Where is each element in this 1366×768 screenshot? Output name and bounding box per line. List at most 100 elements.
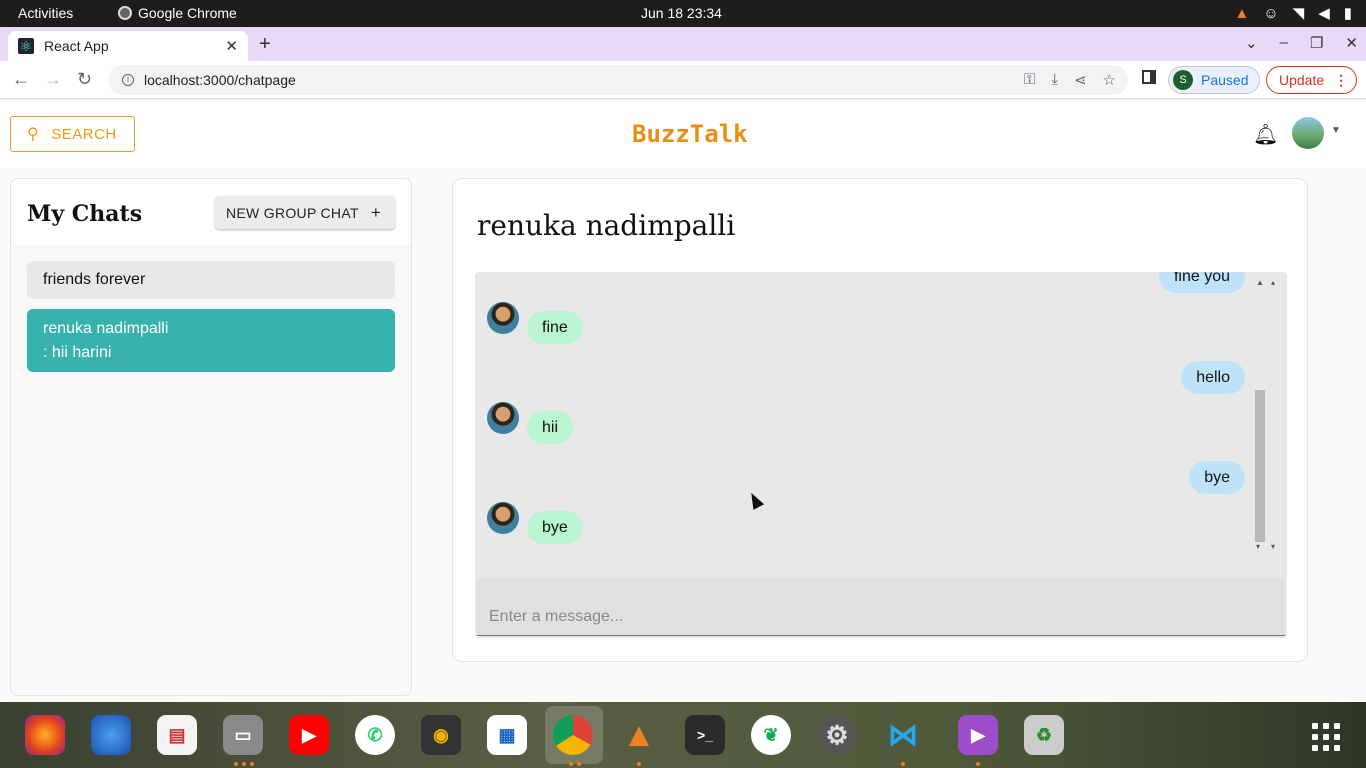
clock[interactable]: Jun 18 23:34 [641,5,722,21]
running-indicator [577,762,581,766]
chrome-icon [118,6,132,20]
app-header: ⚲ SEARCH BuzzTalk 🔔︎ ▼ [0,100,1366,168]
message-input[interactable] [477,578,1285,636]
notification-bell-icon[interactable]: 🔔︎ [1253,122,1278,147]
app-menu-label: Google Chrome [138,5,237,21]
close-window-icon[interactable]: ✕ [1345,34,1358,52]
scroll-up-icon[interactable]: ▲ [1256,278,1264,287]
running-indicator [250,762,254,766]
more-menu-icon[interactable]: ⋮ [1334,72,1348,89]
message-received: bye [527,511,583,544]
whatsapp-icon[interactable]: ✆ [355,715,395,755]
running-indicator [242,762,246,766]
volume-icon[interactable]: ◀ [1318,4,1330,22]
my-chats-title: My Chats [27,201,143,227]
chat-item-name: friends forever [43,271,146,288]
update-label: Update [1279,72,1325,88]
sender-avatar[interactable] [487,402,519,434]
message-received: hii [527,411,574,444]
tab-react-app[interactable]: ⚛ React App ✕ [8,31,248,61]
side-panel-icon[interactable] [1142,70,1156,84]
tab-search-icon[interactable]: ⌄ [1245,34,1258,52]
search-user-button[interactable]: ⚲ SEARCH [10,116,135,152]
profile-avatar: S [1173,70,1193,90]
video-player-icon[interactable]: ▶ [958,715,998,755]
wifi-icon[interactable]: ◥ [1293,4,1305,22]
install-icon[interactable]: ⤓ [1051,71,1058,89]
chat-item-name: renuka nadimpalli [43,320,169,337]
system-tray[interactable]: ▲ ☺ ◥ ◀ ▮ [1234,4,1352,23]
message-sent: bye [1189,461,1245,494]
share-icon[interactable]: ⋖ [1074,71,1087,89]
site-info-icon[interactable]: i [122,74,134,86]
forward-icon[interactable]: → [44,69,62,90]
running-indicator [569,762,573,766]
message-received: fine [527,311,583,344]
profile-paused-button[interactable]: S Paused [1168,66,1260,94]
running-indicator [901,762,905,766]
message-scrollbar[interactable]: ▲ ▴ ▾ ▾ [1254,274,1284,554]
vlc-icon[interactable]: ▲ [619,715,659,755]
bookmark-star-icon[interactable]: ☆ [1103,71,1116,89]
message-sent: hello [1181,361,1245,394]
chrome-icon[interactable] [553,715,593,755]
activities-button[interactable]: Activities [18,5,73,21]
sender-avatar[interactable] [487,302,519,334]
document-viewer-icon[interactable]: ▤ [157,715,197,755]
chat-window: renuka nadimpalli fine you fine hello hi… [452,178,1308,662]
main-content: My Chats NEW GROUP CHAT + friends foreve… [0,168,1366,702]
message-area[interactable]: fine you fine hello hii bye bye ▲ ▴ ▾ ▾ [475,272,1287,638]
app-menu[interactable]: Google Chrome [118,5,237,21]
search-label: SEARCH [51,125,117,143]
rhythmbox-icon[interactable]: ◉ [421,715,461,755]
trash-icon[interactable]: ♻ [1024,715,1064,755]
user-avatar[interactable] [1292,117,1324,149]
navigation-bar: ← → ↻ i localhost:3000/chatpage ⚿ ⤓ ⋖ ☆ … [0,61,1366,99]
user-search-icon: ⚲ [27,126,40,143]
chat-list: friends forever renuka nadimpalli : hii … [11,245,411,695]
mongodb-compass-icon[interactable]: ❦ [751,715,791,755]
vlc-tray-icon[interactable]: ▲ [1234,5,1249,22]
scroll-down-small-icon[interactable]: ▾ [1271,542,1275,551]
restore-icon[interactable]: ❐ [1310,34,1323,52]
brand-title: BuzzTalk [632,120,748,148]
new-group-chat-button[interactable]: NEW GROUP CHAT + [215,196,395,229]
key-icon[interactable]: ⚿ [1024,71,1035,89]
message-input-wrapper [477,578,1285,636]
window-controls: ⌄ – ❐ ✕ [1245,34,1358,52]
minimize-icon[interactable]: – [1280,34,1288,52]
my-chats-panel: My Chats NEW GROUP CHAT + friends foreve… [10,178,412,696]
scroll-thumb[interactable] [1255,390,1265,542]
message-sent: fine you [1158,272,1245,293]
scroll-up-small-icon[interactable]: ▴ [1271,278,1275,287]
running-indicator [976,762,980,766]
battery-icon[interactable]: ▮ [1344,4,1352,22]
libreoffice-writer-icon[interactable]: ▦ [487,715,527,755]
close-tab-icon[interactable]: ✕ [225,37,238,55]
settings-icon[interactable]: ⚙ [817,715,857,755]
reload-icon[interactable]: ↻ [77,69,92,90]
vscode-icon[interactable]: ⋈ [883,715,923,755]
running-indicator [234,762,238,766]
chat-item-friends-forever[interactable]: friends forever [27,261,395,299]
new-tab-button[interactable]: + [259,33,271,56]
react-icon: ⚛ [18,38,34,54]
files-icon[interactable]: ▭ [223,715,263,755]
plus-icon: + [370,202,382,222]
scroll-down-icon[interactable]: ▾ [1256,542,1260,551]
show-apps-icon[interactable] [1312,723,1340,751]
chat-item-renuka-nadimpalli[interactable]: renuka nadimpalli : hii harini [27,309,395,372]
thunderbird-icon[interactable] [91,715,131,755]
accessibility-icon[interactable]: ☺ [1263,5,1278,22]
firefox-icon[interactable] [25,715,65,755]
update-button[interactable]: Update ⋮ [1266,66,1357,94]
terminal-icon[interactable]: >_ [685,715,725,755]
youtube-icon[interactable]: ▶ [289,715,329,755]
chat-item-latest-message: : hii harini [43,344,112,361]
running-indicator [637,762,641,766]
back-icon[interactable]: ← [12,69,30,90]
sender-avatar[interactable] [487,502,519,534]
url-text[interactable]: localhost:3000/chatpage [144,72,296,88]
address-bar[interactable]: i localhost:3000/chatpage ⚿ ⤓ ⋖ ☆ [108,65,1128,95]
chevron-down-icon[interactable]: ▼ [1331,125,1341,136]
